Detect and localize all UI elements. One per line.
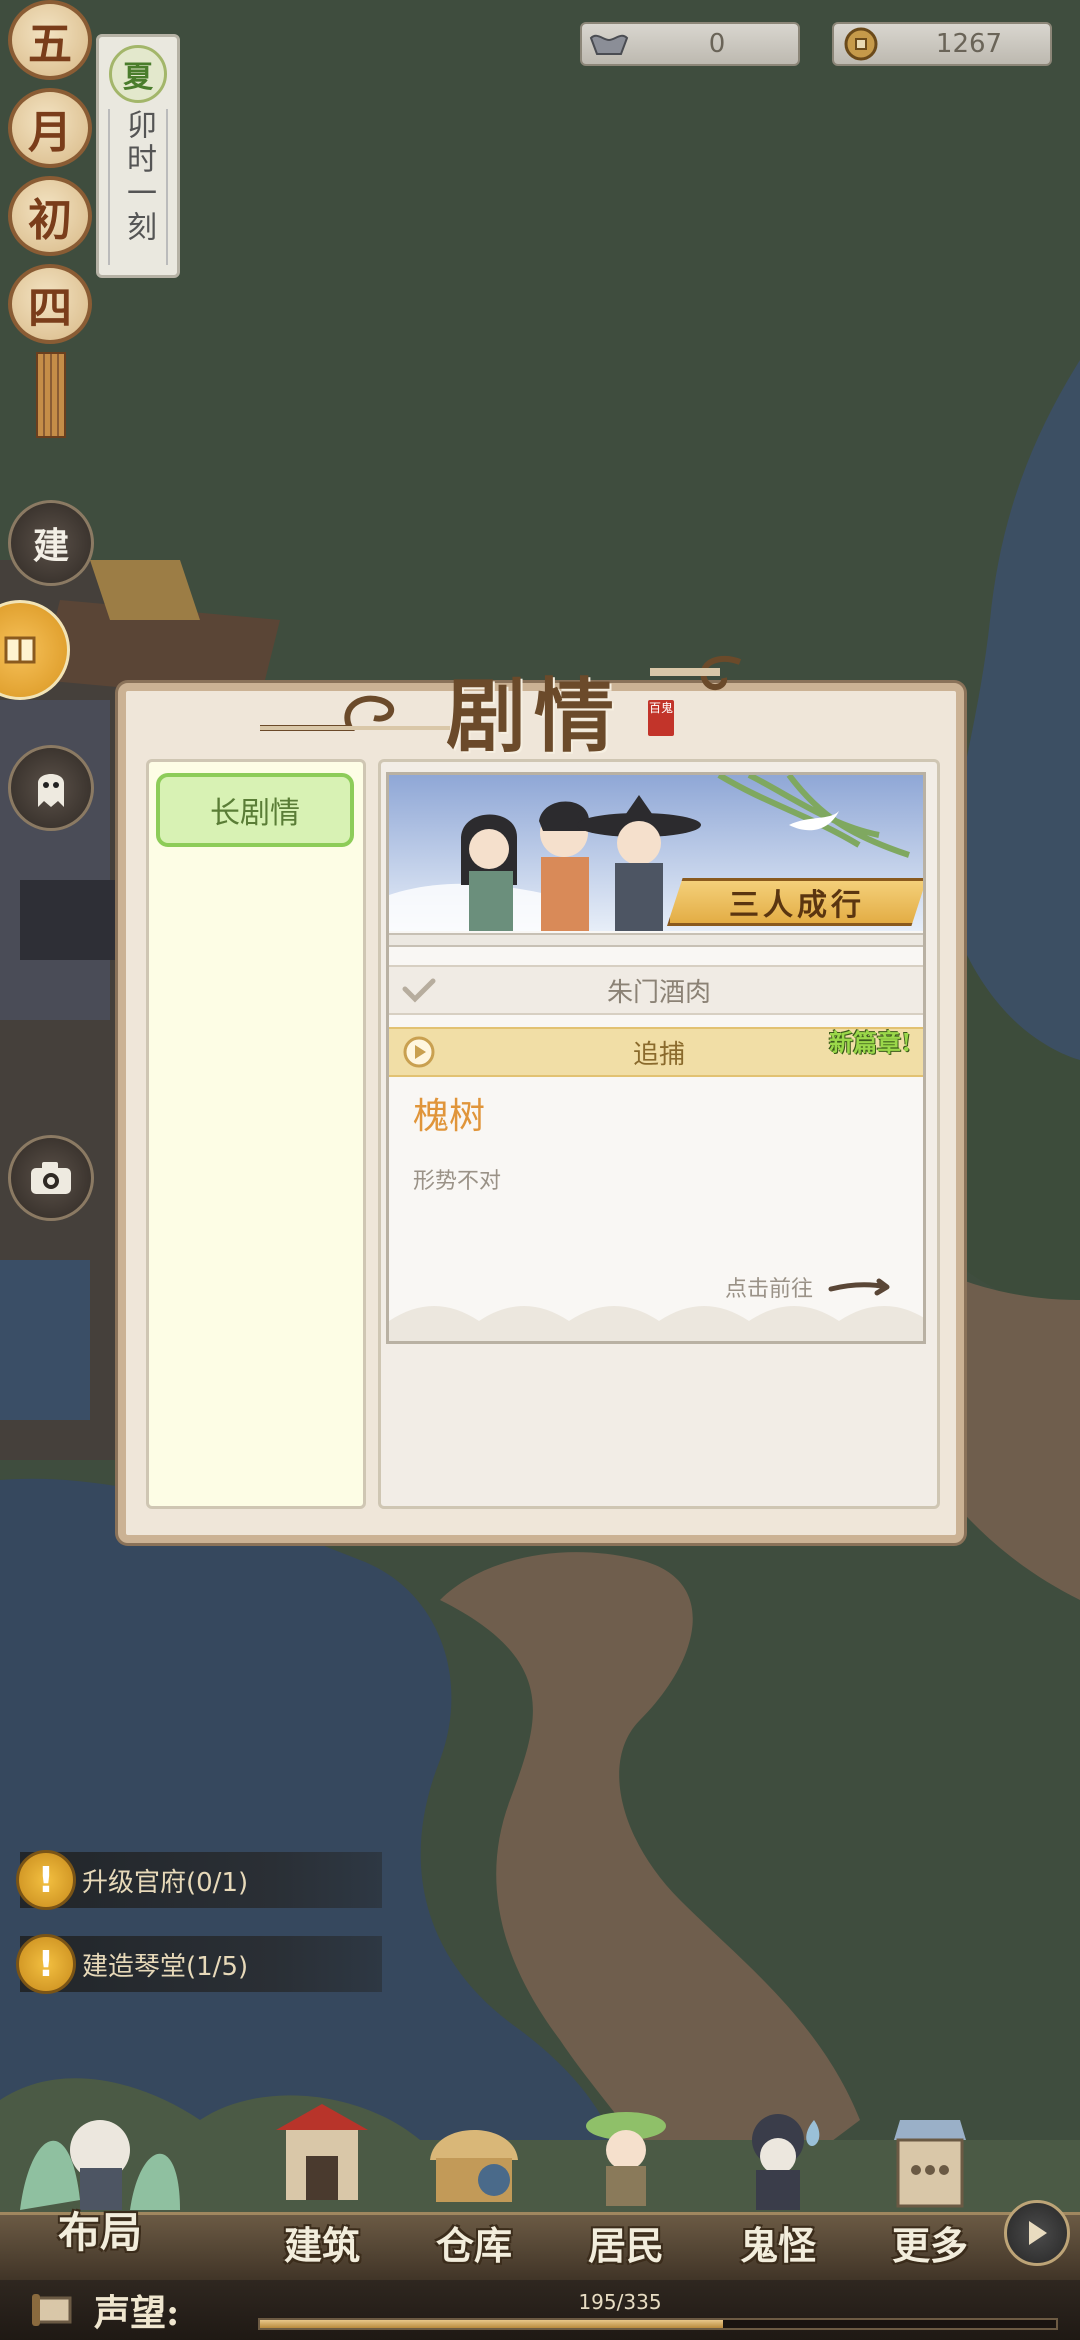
copper-coin-icon	[834, 22, 888, 66]
banner-title: 三人成行	[667, 878, 923, 926]
build-mode-button[interactable]: 建	[8, 500, 94, 586]
camera-button[interactable]	[8, 1135, 94, 1221]
build-glyph: 建	[32, 525, 69, 567]
warehouse-icon	[430, 2130, 518, 2202]
dialog-title: 剧情	[446, 669, 622, 763]
tab-long-story[interactable]: 长剧情	[156, 773, 354, 847]
quest-text: 建造琴堂(1/5)	[82, 1951, 249, 1982]
silver-value: 0	[708, 29, 726, 59]
ghost-button[interactable]	[8, 745, 94, 831]
chapter-label: 朱门酒肉	[606, 977, 711, 1008]
nav-label: 鬼怪	[739, 2223, 816, 2268]
play-arrow-icon	[1029, 2221, 1047, 2245]
nav-label: 布局	[57, 2208, 142, 2257]
nav-label: 仓库	[435, 2223, 512, 2268]
lantern-tassel	[36, 352, 66, 438]
season-seal: 夏	[109, 45, 167, 103]
nav-building[interactable]: 建筑	[252, 2100, 392, 2280]
banner-divider	[389, 933, 923, 947]
exclamation-icon: !	[16, 1850, 76, 1910]
checkmark-icon	[389, 977, 449, 1003]
coin-value: 1267	[935, 29, 1003, 59]
reputation-progress	[258, 2318, 1058, 2330]
nav-label: 建筑	[283, 2223, 360, 2268]
section-title: 槐树	[413, 1096, 486, 1137]
category-list	[146, 759, 366, 1509]
play-circle-icon	[389, 1035, 449, 1069]
story-banner: 三人成行	[389, 775, 923, 931]
nav-label: 更多	[891, 2223, 968, 2268]
calendar-char: 初	[8, 176, 92, 256]
chapter-label: 追捕	[632, 1039, 685, 1070]
silver-counter[interactable]: 0	[580, 22, 800, 66]
calendar-char: 四	[8, 264, 92, 344]
nav-layout[interactable]: 布局	[0, 2090, 200, 2270]
quest-text: 升级官府(0/1)	[82, 1867, 249, 1898]
nav-ghosts[interactable]: 鬼怪	[708, 2100, 848, 2280]
reputation-fill	[260, 2320, 724, 2328]
calendar-char: 五	[8, 0, 92, 80]
ghosts-icon	[752, 2114, 820, 2210]
reputation-text: 195/335	[578, 2290, 662, 2314]
story-card[interactable]: 三人成行 朱门酒肉 追捕 新篇章! 槐树 形势不对 点击前往	[386, 772, 926, 1344]
calendar-lantern[interactable]: 五 月 初 四	[8, 0, 98, 438]
chapter-row-completed[interactable]: 朱门酒肉	[389, 965, 923, 1015]
season-tag[interactable]: 夏 卯时一刻	[96, 34, 180, 278]
nav-label: 居民	[587, 2223, 664, 2268]
silver-ingot-icon	[582, 22, 636, 66]
nav-warehouse[interactable]: 仓库	[404, 2100, 544, 2280]
coin-counter[interactable]: 1267	[832, 22, 1052, 66]
reputation-label: 声望:	[94, 2292, 180, 2334]
nav-more[interactable]: 更多	[860, 2100, 1000, 2280]
building-icon	[276, 2104, 368, 2200]
section-description: 形势不对	[413, 1169, 502, 1194]
camera-icon	[31, 1162, 71, 1194]
book-icon	[4, 636, 36, 664]
scroll-icon	[32, 2294, 72, 2326]
nav-residents[interactable]: 居民	[556, 2100, 696, 2280]
quest-item[interactable]: ! 建造琴堂(1/5)	[16, 1934, 382, 1994]
more-icon	[894, 2120, 966, 2208]
expand-nav-button[interactable]	[1004, 2200, 1070, 2266]
title-seal: 百鬼	[648, 700, 674, 736]
time-of-day: 卯时一刻	[108, 109, 168, 265]
ghost-icon	[38, 774, 64, 807]
calendar-char: 月	[8, 88, 92, 168]
exclamation-icon: !	[16, 1934, 76, 1994]
wave-pattern	[389, 1306, 923, 1341]
residents-icon	[586, 2112, 666, 2206]
quest-item[interactable]: ! 升级官府(0/1)	[16, 1850, 382, 1910]
new-chapter-badge: 新篇章!	[829, 1028, 912, 1057]
